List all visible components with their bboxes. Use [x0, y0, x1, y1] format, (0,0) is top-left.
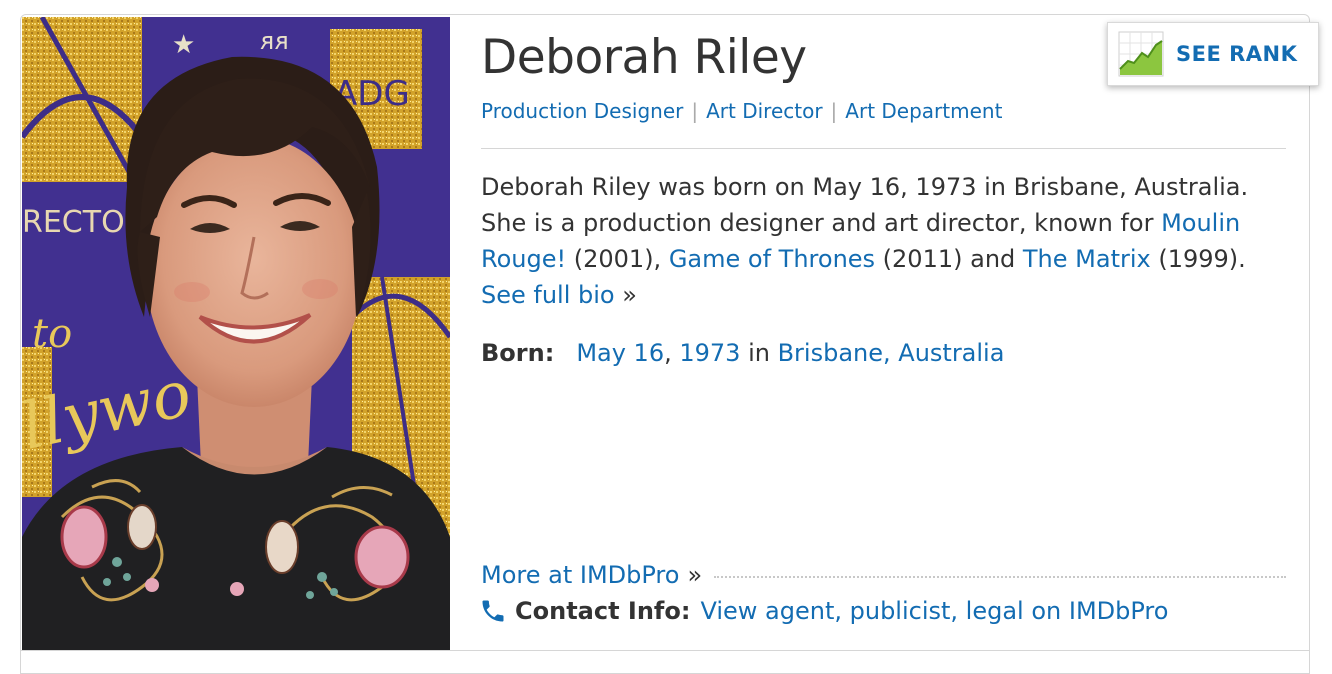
birth-year-link[interactable]: 1973 — [679, 339, 740, 367]
raquo-glyph: » — [687, 561, 703, 589]
see-rank-button[interactable]: SEE RANK — [1107, 22, 1319, 86]
svg-text:to: to — [32, 311, 72, 357]
bio-intro: Deborah Riley was born on May 16, 1973 i… — [481, 173, 1249, 237]
phone-icon — [482, 600, 504, 622]
credit-link-game-of-thrones[interactable]: Game of Thrones — [669, 245, 875, 273]
bottom-divider — [20, 650, 1310, 651]
svg-text:ᴙᴙ: ᴙᴙ — [260, 27, 289, 55]
imdbpro-more-row: More at IMDbPro » — [481, 559, 1286, 591]
born-label: Born: — [481, 339, 555, 367]
profession-production-designer[interactable]: Production Designer — [481, 99, 683, 123]
see-rank-label: SEE RANK — [1176, 42, 1298, 66]
profession-separator: | — [830, 99, 838, 123]
professions: Production Designer | Art Director | Art Dep… — [481, 98, 1286, 124]
see-full-bio-link[interactable]: See full bio — [481, 281, 615, 309]
raquo-glyph: » — [622, 281, 637, 309]
birth-date-link[interactable]: May 16 — [576, 339, 664, 367]
more-at-imdbpro-link[interactable]: More at IMDbPro — [481, 561, 679, 589]
born-comma: , — [664, 339, 680, 367]
profession-separator: | — [691, 99, 699, 123]
person-photo[interactable]: ADG RECTO to llywo ★ ᴙᴙ — [22, 17, 450, 650]
dotted-leader — [714, 576, 1286, 578]
contact-info-label: Contact Info: — [515, 597, 691, 625]
credit-year: (1999). — [1150, 245, 1246, 273]
svg-text:★: ★ — [172, 30, 195, 60]
contact-info-row: Contact Info: View agent, publicist, leg… — [479, 594, 1168, 628]
birth-place-link[interactable]: Brisbane, Australia — [778, 339, 1005, 367]
rank-chart-icon — [1118, 31, 1164, 77]
credit-link-the-matrix[interactable]: The Matrix — [1023, 245, 1151, 273]
credit-year: (2011) and — [875, 245, 1023, 273]
svg-text:RECTO: RECTO — [22, 205, 125, 240]
header-divider — [481, 148, 1286, 149]
credit-year: (2001), — [566, 245, 669, 273]
bio-text: Deborah Riley was born on May 16, 1973 i… — [481, 169, 1286, 313]
view-agent-link[interactable]: View agent, publicist, legal on IMDbPro — [700, 594, 1168, 628]
born-row: Born: May 16, 1973 in Brisbane, Australia — [481, 335, 1286, 371]
born-in: in — [740, 339, 778, 367]
profession-art-department[interactable]: Art Department — [845, 99, 1002, 123]
profession-art-director[interactable]: Art Director — [706, 99, 822, 123]
